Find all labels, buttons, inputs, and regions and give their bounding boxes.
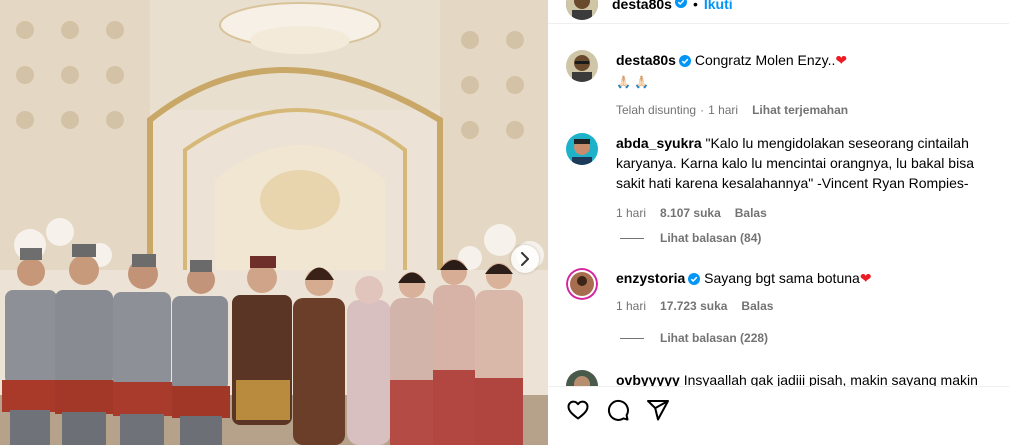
replies-line (620, 237, 644, 239)
avatar-image (566, 370, 598, 386)
see-translation-link[interactable]: Lihat terjemahan (752, 103, 848, 117)
caption-username[interactable]: desta80s (616, 52, 676, 68)
comment-text: Insyaallah gak jadiii pisah, makin sayan… (683, 372, 978, 386)
post-photo[interactable] (0, 0, 548, 445)
reply-button[interactable]: Balas (741, 299, 773, 313)
next-photo-button[interactable] (511, 245, 539, 273)
view-replies-label: Lihat balasan (84) (660, 231, 762, 245)
comment-text: Sayang bgt sama botuna (704, 270, 860, 286)
author-avatar[interactable] (566, 0, 598, 20)
caption-emojis: 🙏🏻 🙏🏻 (616, 75, 650, 89)
heart-emoji: ❤ (859, 270, 872, 286)
header-username[interactable]: desta80s (612, 0, 672, 12)
verified-badge-icon (674, 0, 687, 13)
comment-meta: 1 hari 8.107 suka Balas (616, 203, 986, 223)
view-replies-button[interactable]: Lihat balasan (228) (620, 331, 768, 345)
comment-time: 1 hari (616, 206, 647, 220)
comment-likes[interactable]: 17.723 suka (660, 299, 727, 313)
comment-username[interactable]: abda_syukra (616, 135, 702, 151)
heart-emoji: ❤ (835, 52, 848, 68)
post-side-panel: desta80s • Ikuti desta80s Congratz Molen… (548, 0, 1009, 445)
reply-button[interactable]: Balas (735, 206, 767, 220)
wedding-photo-illustration (0, 0, 548, 445)
action-bar (566, 398, 670, 422)
verified-badge-icon (678, 52, 691, 72)
actions-divider (548, 386, 1009, 387)
caption-time: 1 hari (708, 103, 739, 117)
verified-badge-icon (688, 270, 701, 290)
comment-body: enzystoria Sayang bgt sama botuna❤ 1 har… (616, 268, 986, 316)
caption-meta: Telah disunting · 1 hari Lihat terjemahan (616, 103, 849, 117)
comment-time: 1 hari (616, 299, 647, 313)
heart-icon[interactable] (566, 398, 590, 422)
caption-text: Congratz Molen Enzy.. (694, 52, 836, 68)
share-icon[interactable] (646, 398, 670, 422)
caption-edited: Telah disunting (616, 103, 697, 117)
avatar-image (566, 0, 598, 20)
comment-username[interactable]: enzystoria (616, 270, 685, 286)
commenter-avatar[interactable] (566, 268, 598, 300)
caption-body: desta80s Congratz Molen Enzy..❤ 🙏🏻 🙏🏻 Te… (616, 50, 986, 120)
comment-username[interactable]: ovbyyyyy (616, 372, 680, 386)
chevron-right-icon (521, 252, 529, 266)
avatar-image (566, 50, 598, 82)
comment-clip: ovbyyyyy Insyaallah gak jadiii pisah, ma… (548, 366, 1009, 386)
comment-icon[interactable] (606, 398, 630, 422)
comment-likes[interactable]: 8.107 suka (660, 206, 721, 220)
avatar-image (566, 133, 598, 165)
view-replies-label: Lihat balasan (228) (660, 331, 769, 345)
follow-button[interactable]: Ikuti (704, 0, 733, 12)
commenter-avatar[interactable] (566, 133, 598, 165)
comment-meta: 1 hari 17.723 suka Balas (616, 296, 986, 316)
view-replies-button[interactable]: Lihat balasan (84) (620, 231, 761, 245)
commenter-avatar[interactable] (566, 370, 598, 386)
caption-avatar[interactable] (566, 50, 598, 82)
replies-line (620, 337, 644, 339)
post-header: desta80s • Ikuti (566, 0, 733, 20)
comment-body: abda_syukra "Kalo lu mengidolakan seseor… (616, 133, 986, 223)
header-divider (548, 23, 1009, 24)
header-separator: • (692, 0, 698, 12)
comment-body: ovbyyyyy Insyaallah gak jadiii pisah, ma… (616, 370, 986, 386)
avatar-image (566, 268, 598, 300)
